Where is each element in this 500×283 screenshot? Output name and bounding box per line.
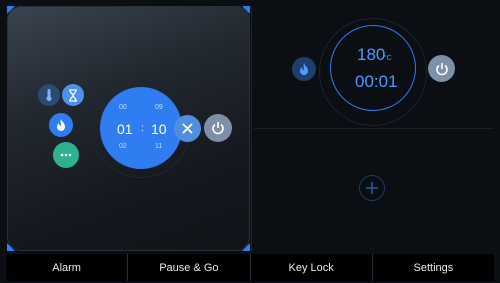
selection-corner-bottom-left <box>7 243 15 251</box>
zone-divider-horizontal <box>254 128 493 129</box>
selection-corner-top-right <box>242 6 250 14</box>
power-icon[interactable] <box>428 55 455 82</box>
status-ring[interactable] <box>330 25 416 111</box>
alarm-button[interactable]: Alarm <box>6 254 127 281</box>
minutes-value[interactable]: 10 <box>151 121 167 137</box>
cooktop-screen: 00 01 : 10 02 09 11 180 °C 00:01 Alarm P… <box>0 0 500 283</box>
flame-icon[interactable] <box>292 57 316 81</box>
zone-divider-vertical <box>251 6 252 251</box>
key-lock-button[interactable]: Key Lock <box>249 254 372 281</box>
more-dots-icon[interactable] <box>53 142 79 168</box>
minutes-above: 09 <box>155 104 163 111</box>
hours-value[interactable]: 01 <box>117 121 133 137</box>
plus-icon[interactable] <box>359 175 385 201</box>
power-icon[interactable] <box>204 114 232 142</box>
thermometer-icon[interactable] <box>38 84 60 106</box>
hours-above: 00 <box>119 104 127 111</box>
flame-icon[interactable] <box>49 113 73 137</box>
hours-below: 02 <box>119 143 127 150</box>
temperature-value: 180 <box>357 45 386 64</box>
hourglass-icon[interactable] <box>62 84 84 106</box>
temperature-unit: °C <box>384 55 392 62</box>
remaining-time: 00:01 <box>355 72 398 91</box>
time-separator: : <box>141 123 144 134</box>
settings-button[interactable]: Settings <box>371 254 494 281</box>
close-icon[interactable] <box>174 115 201 142</box>
pause-go-button[interactable]: Pause & Go <box>127 254 249 281</box>
selection-corner-top-left <box>7 6 15 14</box>
bottom-menu-bar: Alarm Pause & Go Key Lock Settings <box>6 254 494 281</box>
minutes-below: 11 <box>155 143 163 150</box>
selection-corner-bottom-right <box>242 243 250 251</box>
